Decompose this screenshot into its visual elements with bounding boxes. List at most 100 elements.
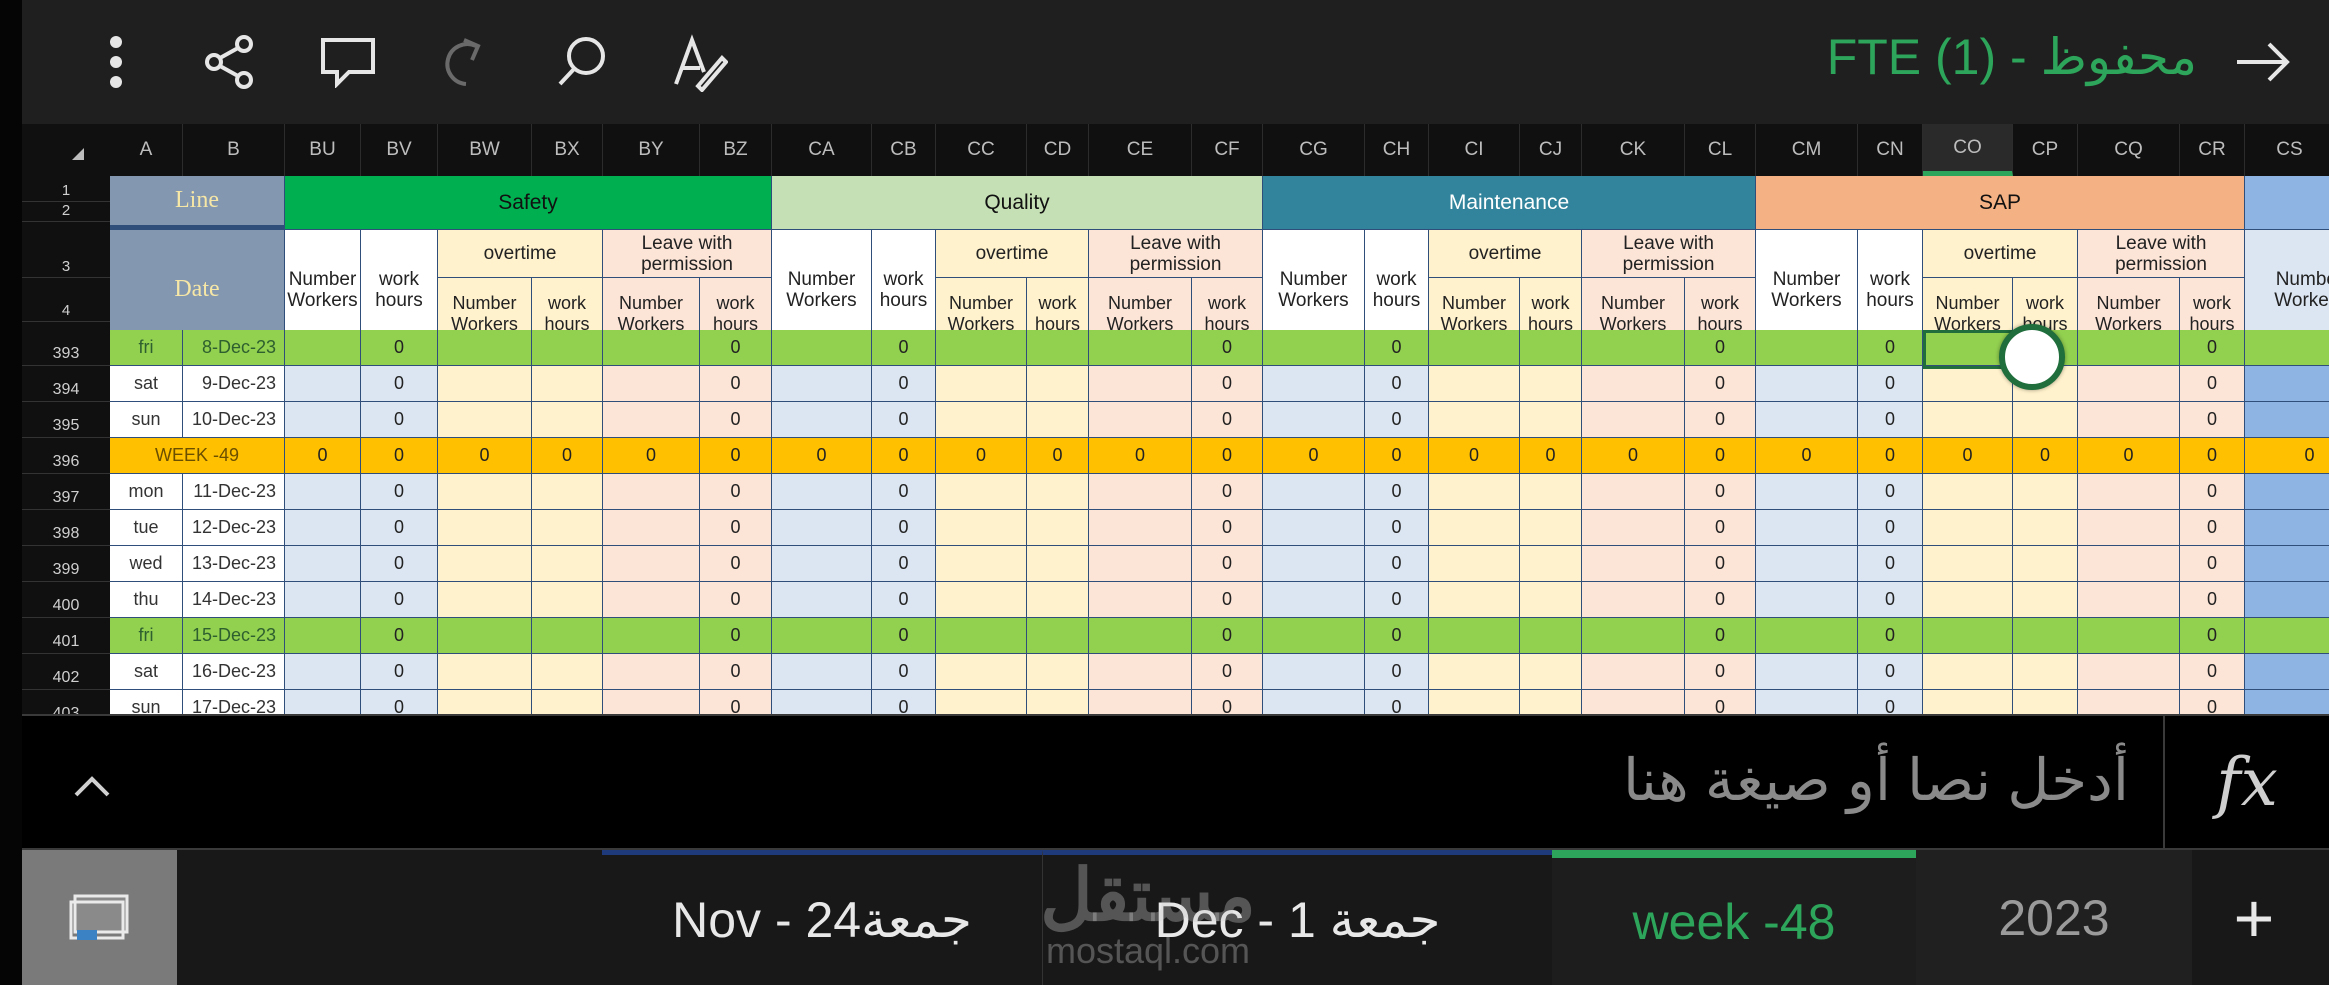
share-icon[interactable]: [190, 22, 270, 102]
date-cell[interactable]: 15-Dec-23: [183, 618, 285, 654]
data-cell[interactable]: 0: [361, 510, 438, 546]
column-header-cl[interactable]: CL: [1685, 124, 1756, 176]
data-cell[interactable]: [772, 690, 872, 714]
data-cell[interactable]: 0: [1923, 438, 2013, 474]
redo-icon[interactable]: [424, 22, 504, 102]
data-cell[interactable]: [532, 546, 603, 582]
data-cell[interactable]: [2245, 402, 2329, 438]
data-cell[interactable]: 0: [1858, 510, 1923, 546]
column-header-cm[interactable]: CM: [1756, 124, 1858, 176]
data-cell[interactable]: 0: [872, 438, 936, 474]
data-cell[interactable]: [2245, 690, 2329, 714]
group-header-next[interactable]: [2245, 176, 2329, 230]
data-cell[interactable]: [285, 510, 361, 546]
data-cell[interactable]: [1756, 546, 1858, 582]
data-cell[interactable]: 0: [1685, 690, 1756, 714]
data-cell[interactable]: 0: [2180, 510, 2245, 546]
data-cell[interactable]: [1429, 654, 1520, 690]
data-cell[interactable]: [532, 366, 603, 402]
data-cell[interactable]: 0: [1192, 546, 1263, 582]
overtime-header[interactable]: overtime: [1429, 230, 1582, 278]
data-cell[interactable]: 0: [2180, 330, 2245, 366]
data-cell[interactable]: [1263, 330, 1365, 366]
data-cell[interactable]: 0: [1192, 330, 1263, 366]
week-label-cell[interactable]: WEEK -49: [110, 438, 285, 474]
day-cell[interactable]: sun: [110, 402, 183, 438]
data-cell[interactable]: [1089, 546, 1192, 582]
date-cell[interactable]: 8-Dec-23: [183, 330, 285, 366]
data-cell[interactable]: [1027, 690, 1089, 714]
data-cell[interactable]: [603, 366, 700, 402]
column-header-ck[interactable]: CK: [1582, 124, 1685, 176]
row-header-399[interactable]: 399: [22, 546, 110, 582]
data-cell[interactable]: 0: [700, 330, 772, 366]
data-cell[interactable]: 0: [2180, 618, 2245, 654]
data-cell[interactable]: 0: [603, 438, 700, 474]
data-cell[interactable]: [1923, 546, 2013, 582]
data-cell[interactable]: 0: [361, 546, 438, 582]
data-cell[interactable]: [1520, 402, 1582, 438]
data-cell[interactable]: 0: [1685, 474, 1756, 510]
data-cell[interactable]: [532, 330, 603, 366]
data-cell[interactable]: [1582, 618, 1685, 654]
data-cell[interactable]: 0: [1365, 582, 1429, 618]
data-cell[interactable]: [936, 402, 1027, 438]
data-cell[interactable]: [1520, 474, 1582, 510]
data-cell[interactable]: [2078, 402, 2180, 438]
data-cell[interactable]: [1263, 402, 1365, 438]
data-cell[interactable]: [772, 474, 872, 510]
selection-drag-handle[interactable]: [1999, 324, 2065, 390]
data-cell[interactable]: [1089, 618, 1192, 654]
data-cell[interactable]: 0: [2180, 546, 2245, 582]
data-cell[interactable]: 0: [1365, 330, 1429, 366]
data-cell[interactable]: [936, 582, 1027, 618]
day-cell[interactable]: fri: [110, 618, 183, 654]
column-header-cn[interactable]: CN: [1858, 124, 1923, 176]
data-cell[interactable]: [2078, 654, 2180, 690]
data-cell[interactable]: [1756, 474, 1858, 510]
data-cell[interactable]: 0: [700, 438, 772, 474]
column-header-cq[interactable]: CQ: [2078, 124, 2180, 176]
data-cell[interactable]: [1027, 366, 1089, 402]
data-cell[interactable]: 0: [438, 438, 532, 474]
data-cell[interactable]: [285, 618, 361, 654]
data-cell[interactable]: [2245, 618, 2329, 654]
data-cell[interactable]: [1923, 366, 2013, 402]
data-cell[interactable]: 0: [2180, 438, 2245, 474]
overtime-header[interactable]: overtime: [438, 230, 603, 278]
data-cell[interactable]: 0: [700, 366, 772, 402]
data-cell[interactable]: [1520, 366, 1582, 402]
data-cell[interactable]: [1027, 402, 1089, 438]
data-cell[interactable]: [1923, 402, 2013, 438]
data-cell[interactable]: 0: [1685, 618, 1756, 654]
data-cell[interactable]: [1089, 366, 1192, 402]
data-cell[interactable]: 0: [1429, 438, 1520, 474]
data-cell[interactable]: [772, 618, 872, 654]
data-cell[interactable]: 0: [1365, 618, 1429, 654]
data-cell[interactable]: [936, 546, 1027, 582]
row-header-393[interactable]: 393: [22, 330, 110, 366]
tab-dec-1[interactable]: Dec - 1 جمعة: [1042, 850, 1552, 985]
data-cell[interactable]: [1756, 402, 1858, 438]
data-cell[interactable]: 0: [2180, 582, 2245, 618]
data-cell[interactable]: 0: [1685, 330, 1756, 366]
data-cell[interactable]: 0: [1858, 546, 1923, 582]
data-cell[interactable]: [285, 474, 361, 510]
row-header-400[interactable]: 400: [22, 582, 110, 618]
data-cell[interactable]: 0: [872, 690, 936, 714]
data-cell[interactable]: [2078, 690, 2180, 714]
data-cell[interactable]: [603, 654, 700, 690]
date-cell[interactable]: 12-Dec-23: [183, 510, 285, 546]
data-cell[interactable]: [1756, 510, 1858, 546]
data-cell[interactable]: [1520, 330, 1582, 366]
draw-icon[interactable]: [658, 22, 738, 102]
data-cell[interactable]: [1923, 654, 2013, 690]
data-cell[interactable]: [2013, 546, 2078, 582]
data-cell[interactable]: [1756, 582, 1858, 618]
row-header-401[interactable]: 401: [22, 618, 110, 654]
data-cell[interactable]: 0: [936, 438, 1027, 474]
search-icon[interactable]: [542, 22, 622, 102]
data-cell[interactable]: [2245, 546, 2329, 582]
data-cell[interactable]: 0: [1365, 474, 1429, 510]
data-cell[interactable]: [2013, 474, 2078, 510]
